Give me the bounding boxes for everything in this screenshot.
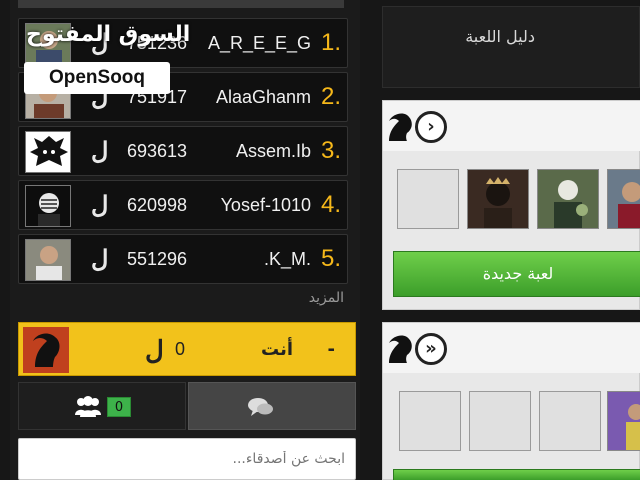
coin-icon: ل bbox=[91, 244, 109, 273]
social-tabs: 0 bbox=[18, 382, 356, 430]
tab-chat[interactable] bbox=[188, 382, 356, 430]
player-score: 620998 bbox=[127, 195, 188, 215]
avatar bbox=[25, 239, 71, 281]
dash-separator: - bbox=[327, 339, 335, 360]
player-rank: 2. bbox=[320, 83, 341, 110]
chat-icon bbox=[248, 398, 273, 416]
player-name: AlaaGhanm bbox=[215, 87, 311, 107]
coin-icon: ل bbox=[91, 136, 109, 165]
player-slot-empty[interactable] bbox=[539, 391, 601, 451]
card-header: » bbox=[383, 323, 640, 373]
avatar bbox=[25, 185, 71, 227]
game-card: » bbox=[382, 322, 640, 480]
player-name: Yosef-1010 bbox=[220, 195, 311, 215]
friends-icon bbox=[75, 396, 101, 417]
new-game-button-partial[interactable] bbox=[393, 469, 640, 480]
player-slot-photo[interactable] bbox=[537, 169, 599, 229]
watermark-arabic: السوق المفتوح bbox=[26, 22, 191, 47]
player-rank: 4. bbox=[320, 191, 341, 218]
player-score: 0 bbox=[175, 339, 186, 359]
game-guide-label: دليل اللعبة bbox=[465, 27, 535, 46]
player-slot-photo[interactable] bbox=[467, 169, 529, 229]
coin-icon: ل bbox=[145, 336, 164, 366]
player-name: .K_M. bbox=[263, 249, 311, 269]
player-rank: 1. bbox=[320, 29, 341, 56]
double-chevron-right-icon[interactable]: » bbox=[415, 333, 447, 365]
game-panel: دليل اللعبة › لعبة جديدة » bbox=[382, 0, 640, 480]
game-guide-button[interactable]: دليل اللعبة bbox=[382, 6, 640, 88]
friend-search-input[interactable] bbox=[18, 438, 356, 480]
more-link[interactable]: المزيد bbox=[309, 290, 344, 306]
you-text: أنت bbox=[261, 339, 293, 360]
avatar bbox=[23, 327, 69, 373]
coin-icon: ل bbox=[91, 190, 109, 219]
chevron-right-icon[interactable]: › bbox=[415, 111, 447, 143]
player-score: 693613 bbox=[127, 141, 188, 161]
player-slot-photo[interactable] bbox=[607, 391, 640, 451]
game-logo-icon bbox=[389, 113, 412, 141]
current-player-row[interactable]: ل 0 - أنت bbox=[18, 322, 356, 376]
game-logo-icon bbox=[389, 335, 412, 363]
player-slot-photo[interactable] bbox=[607, 169, 640, 229]
player-name: A_R_E_E_G bbox=[207, 33, 311, 53]
leaderboard-row[interactable]: ل 620998 Yosef-1010 4. bbox=[18, 180, 348, 230]
player-rank: 5. bbox=[320, 245, 341, 272]
player-rank: 3. bbox=[320, 137, 341, 164]
tab-friends[interactable]: 0 bbox=[18, 382, 186, 430]
panel-top-bar bbox=[18, 0, 344, 8]
player-name: Assem.Ib bbox=[235, 141, 311, 161]
game-screen: ل 751236 A_R_E_E_G 1. ل 751917 AlaaGhanm… bbox=[0, 0, 640, 480]
avatar bbox=[25, 131, 71, 173]
friends-count-badge: 0 bbox=[107, 397, 131, 417]
player-score: 551296 bbox=[127, 249, 188, 269]
leaderboard-row[interactable]: ل 693613 Assem.Ib 3. bbox=[18, 126, 348, 176]
you-label: - أنت bbox=[261, 339, 335, 360]
player-slot-empty[interactable] bbox=[397, 169, 459, 229]
game-card: › لعبة جديدة bbox=[382, 100, 640, 310]
player-slot-empty[interactable] bbox=[469, 391, 531, 451]
leaderboard-row[interactable]: ل 551296 .K_M. 5. bbox=[18, 234, 348, 284]
player-slot-empty[interactable] bbox=[399, 391, 461, 451]
new-game-button[interactable]: لعبة جديدة bbox=[393, 251, 640, 297]
watermark-logo: OpenSooq bbox=[24, 62, 170, 94]
card-header: › bbox=[383, 101, 640, 151]
